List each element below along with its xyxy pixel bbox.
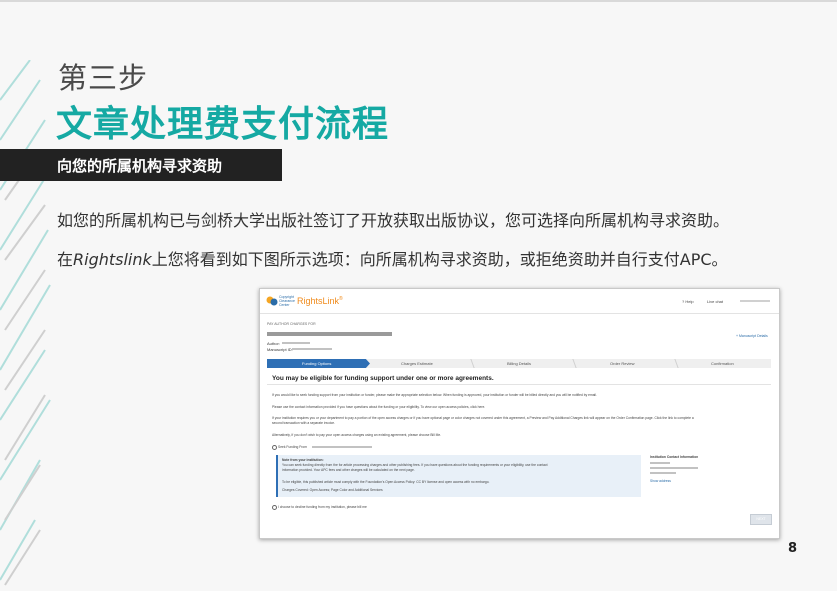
- author-label: Author:: [267, 341, 280, 346]
- note-line-2: information provided. Your APC fees and …: [282, 468, 415, 472]
- seek-funding-radio[interactable]: [272, 445, 277, 450]
- rightslink-screenshot: Copyright Clearance Center RightsLink® ?…: [259, 288, 780, 539]
- slide: 第三步 文章处理费支付流程 向您的所属机构寻求资助 如您的所属机构已与剑桥大学出…: [0, 0, 837, 591]
- manuscript-details-link[interactable]: + Manuscript Details: [736, 334, 768, 338]
- instruction-line-1: If you would like to seek funding suppor…: [272, 393, 597, 397]
- decorative-stripes: [0, 60, 51, 586]
- manuscript-label: Manuscript ID:: [267, 347, 293, 352]
- contact-name-redacted: [650, 462, 670, 464]
- contact-email-redacted: [650, 467, 698, 469]
- rightslink-brand: RightsLink®: [297, 296, 343, 306]
- note-line-1: You can seek funding directly from the f…: [282, 463, 548, 467]
- decline-funding-label[interactable]: I choose to decline funding from my inst…: [278, 505, 367, 509]
- article-title-redacted: [267, 332, 392, 336]
- paragraph-2: 在Rightslink上您将看到如下图所示选项：向所属机构寻求资助，或拒绝资助并…: [57, 246, 728, 270]
- paragraph-2-rightslink: Rightslink: [73, 250, 152, 269]
- paragraph-2-before: 在: [57, 250, 74, 269]
- show-address-link[interactable]: Show address: [650, 479, 671, 483]
- funder-name-redacted: [312, 446, 372, 448]
- page-title: 文章处理费支付流程: [56, 104, 390, 145]
- decline-funding-radio[interactable]: [272, 505, 277, 510]
- step-charges-estimate: Charges Estimate: [401, 361, 433, 366]
- author-redacted: [282, 342, 310, 344]
- instruction-line-3: If your institution requires you or your…: [272, 416, 694, 420]
- ccc-logo-text: Copyright Clearance Center: [279, 295, 295, 307]
- section-band-label: 向您的所属机构寻求资助: [57, 157, 223, 175]
- top-divider: [0, 0, 837, 2]
- ccc-logo-icon: [266, 296, 278, 306]
- instruction-line-5: Alternatively, if you don't wish to pay …: [272, 433, 442, 437]
- contact-title: Institution Contact Information: [650, 455, 699, 459]
- rightslink-brand-text: RightsLink: [297, 296, 340, 306]
- next-button[interactable]: NEXT: [750, 514, 772, 525]
- note-line-3: To be eligible, this published article m…: [282, 480, 490, 484]
- contact-phone-redacted: [650, 472, 676, 474]
- user-menu-redacted[interactable]: [740, 300, 770, 302]
- manuscript-id-redacted: [292, 348, 332, 350]
- pay-charges-label: PAY AUTHOR CHARGES FOR: [267, 322, 316, 326]
- instruction-line-4: second transaction with a separate invoi…: [272, 421, 336, 425]
- live-chat-link[interactable]: Live chat: [707, 299, 723, 304]
- note-title: Note from your institution:: [282, 458, 324, 462]
- page-number: 8: [788, 541, 798, 556]
- seek-funding-label[interactable]: Seek Funding From: [278, 445, 307, 449]
- note-line-4: Charges Covered: Open Access; Page Color…: [282, 488, 383, 492]
- step-label: 第三步: [58, 61, 149, 95]
- step-funding-options: Funding Options: [302, 361, 332, 366]
- step-order-review: Order Review: [610, 361, 635, 366]
- paragraph-1: 如您的所属机构已与剑桥大学出版社签订了开放获取出版协议，您可选择向所属机构寻求资…: [57, 211, 730, 230]
- paragraph-2-after: 上您将看到如下图所示选项：向所属机构寻求资助，或拒绝资助并自行支付APC。: [151, 250, 728, 269]
- rightslink-header: Copyright Clearance Center RightsLink® ?…: [260, 289, 779, 314]
- step-billing-details: Billing Details: [507, 361, 532, 366]
- instruction-line-2: Please use the contact information provi…: [272, 405, 486, 409]
- step-confirmation: Confirmation: [711, 361, 734, 366]
- eligibility-heading: You may be eligible for funding support …: [272, 375, 494, 382]
- help-link[interactable]: ? Help: [682, 299, 694, 304]
- section-band: 向您的所属机构寻求资助: [0, 149, 282, 181]
